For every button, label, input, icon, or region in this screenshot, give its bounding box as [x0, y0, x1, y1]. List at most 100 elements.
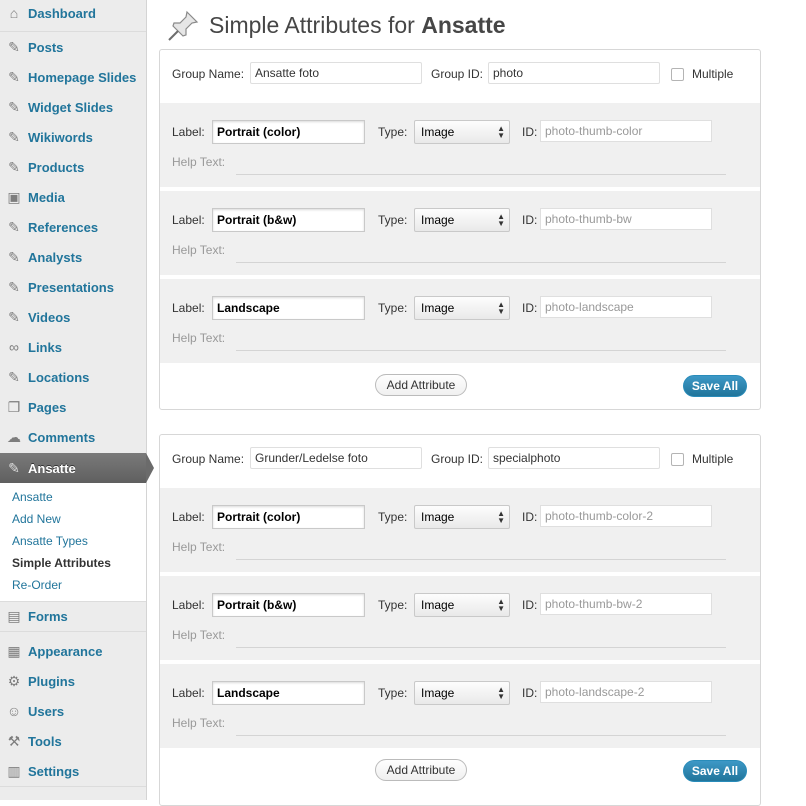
pushpin-icon: ✎ [8, 279, 20, 295]
sidebar-item-pages[interactable]: ❐ Pages [0, 392, 146, 422]
attribute-type-select[interactable]: Image ▲ ▼ [414, 296, 510, 320]
help-text-input[interactable] [236, 350, 726, 351]
page-title-post-type: Ansatte [421, 12, 506, 38]
attribute-row: Label: Portrait (color) Type: Image ▲ ▼ I… [160, 488, 760, 572]
sidebar-item-presentations[interactable]: ✎ Presentations [0, 272, 146, 302]
attribute-id-input[interactable]: photo-thumb-bw [540, 208, 712, 230]
group-name-label: Group Name: [172, 452, 245, 466]
sidebar-item-ansatte[interactable]: ✎ Ansatte [0, 453, 146, 483]
pushpin-icon: ✎ [8, 99, 20, 115]
sidebar-item-label: Posts [28, 39, 64, 55]
sidebar-item-appearance[interactable]: ▦ Appearance [0, 636, 146, 666]
sidebar-item-label: Settings [28, 763, 80, 779]
submenu-item-ansatte-types[interactable]: Ansatte Types [12, 534, 88, 548]
sidebar-item-media[interactable]: ▣ Media [0, 182, 146, 212]
sidebar-item-label: Media [28, 189, 65, 205]
attribute-type-select[interactable]: Image ▲ ▼ [414, 208, 510, 232]
multiple-label: Multiple [692, 452, 734, 466]
attribute-row: Label: Portrait (b&w) Type: Image ▲ ▼ ID:… [160, 576, 760, 660]
type-select-value: Image [421, 686, 455, 700]
attribute-row: Label: Landscape Type: Image ▲ ▼ ID: phot… [160, 279, 760, 363]
sidebar-item-references[interactable]: ✎ References [0, 212, 146, 242]
sidebar-item-tools[interactable]: ⚒ Tools [0, 726, 146, 756]
submenu-item-re-order[interactable]: Re-Order [12, 578, 62, 592]
sidebar-item-locations[interactable]: ✎ Locations [0, 362, 146, 392]
users-icon: ☺ [6, 703, 22, 719]
sidebar-item-forms[interactable]: ▤ Forms [0, 601, 146, 631]
attribute-label-input[interactable]: Portrait (color) [212, 505, 365, 529]
submenu-item-add-new[interactable]: Add New [12, 512, 61, 526]
sidebar-item-videos[interactable]: ✎ Videos [0, 302, 146, 332]
save-all-button[interactable]: Save All [683, 375, 747, 397]
sidebar-item-label: Forms [28, 608, 68, 624]
attribute-label-input[interactable]: Landscape [212, 681, 365, 705]
attribute-row: Label: Landscape Type: Image ▲ ▼ ID: phot… [160, 664, 760, 748]
help-text-input[interactable] [236, 262, 726, 263]
sidebar-item-analysts[interactable]: ✎ Analysts [0, 242, 146, 272]
group-id-input[interactable]: photo [488, 62, 660, 84]
sidebar-item-comments[interactable]: ☁ Comments [0, 422, 146, 452]
sidebar-item-plugins[interactable]: ⚙ Plugins [0, 666, 146, 696]
save-all-button[interactable]: Save All [683, 760, 747, 782]
attribute-id-input[interactable]: photo-thumb-color [540, 120, 712, 142]
attribute-type-select[interactable]: Image ▲ ▼ [414, 681, 510, 705]
sidebar-item-posts[interactable]: ✎ Posts [0, 32, 146, 62]
add-attribute-button[interactable]: Add Attribute [375, 759, 467, 781]
help-text-input[interactable] [236, 559, 726, 560]
attribute-type-select[interactable]: Image ▲ ▼ [414, 593, 510, 617]
attribute-row: Label: Portrait (b&w) Type: Image ▲ ▼ ID:… [160, 191, 760, 275]
select-arrows-icon: ▲ ▼ [497, 509, 505, 525]
multiple-checkbox[interactable] [671, 68, 684, 81]
id-label: ID: [522, 301, 538, 315]
attribute-id-input[interactable]: photo-thumb-bw-2 [540, 593, 712, 615]
attribute-id-input[interactable]: photo-landscape-2 [540, 681, 712, 703]
type-label: Type: [378, 301, 408, 315]
help-text-label: Help Text: [172, 155, 226, 169]
select-arrows-icon: ▲ ▼ [497, 597, 505, 613]
multiple-checkbox[interactable] [671, 453, 684, 466]
label-label: Label: [172, 213, 205, 227]
group-name-input[interactable]: Grunder/Ledelse foto [250, 447, 422, 469]
sidebar-item-users[interactable]: ☺ Users [0, 696, 146, 726]
multiple-label: Multiple [692, 67, 734, 81]
attribute-label-input[interactable]: Portrait (color) [212, 120, 365, 144]
group-id-input[interactable]: specialphoto [488, 447, 660, 469]
attribute-label-input[interactable]: Portrait (b&w) [212, 208, 365, 232]
admin-sidebar: ⌂ Dashboard ✎ Posts ✎ Homepage Slides ✎ … [0, 0, 147, 800]
attribute-id-input[interactable]: photo-thumb-color-2 [540, 505, 712, 527]
attribute-type-select[interactable]: Image ▲ ▼ [414, 120, 510, 144]
add-attribute-button[interactable]: Add Attribute [375, 374, 467, 396]
sidebar-item-dashboard[interactable]: ⌂ Dashboard [0, 0, 146, 28]
sidebar-item-homepage-slides[interactable]: ✎ Homepage Slides [0, 62, 146, 92]
sidebar-item-label: References [28, 219, 99, 235]
attribute-type-select[interactable]: Image ▲ ▼ [414, 505, 510, 529]
submenu-item-ansatte[interactable]: Ansatte [12, 490, 53, 504]
sidebar-item-wikiwords[interactable]: ✎ Wikiwords [0, 122, 146, 152]
submenu-item-simple-attributes[interactable]: Simple Attributes [12, 556, 111, 570]
help-text-input[interactable] [236, 647, 726, 648]
type-select-value: Image [421, 598, 455, 612]
type-label: Type: [378, 125, 408, 139]
sidebar-item-links[interactable]: ∞ Links [0, 332, 146, 362]
sidebar-item-settings[interactable]: ▥ Settings [0, 756, 146, 786]
sidebar-item-label: Locations [28, 369, 90, 385]
help-text-input[interactable] [236, 735, 726, 736]
group-name-label: Group Name: [172, 67, 245, 81]
sidebar-item-products[interactable]: ✎ Products [0, 152, 146, 182]
sidebar-item-label: Presentations [28, 279, 114, 295]
sidebar-item-widget-slides[interactable]: ✎ Widget Slides [0, 92, 146, 122]
id-label: ID: [522, 213, 538, 227]
type-select-value: Image [421, 510, 455, 524]
attribute-id-input[interactable]: photo-landscape [540, 296, 712, 318]
help-text-label: Help Text: [172, 716, 226, 730]
pushpin-icon: ✎ [8, 309, 20, 325]
attribute-label-input[interactable]: Landscape [212, 296, 365, 320]
attribute-label-input[interactable]: Portrait (b&w) [212, 593, 365, 617]
link-icon: ∞ [9, 339, 19, 355]
pushpin-icon [168, 10, 199, 41]
group-name-input[interactable]: Ansatte foto [250, 62, 422, 84]
sidebar-item-label: Dashboard [28, 5, 96, 21]
sidebar-item-label: Widget Slides [28, 99, 114, 115]
pushpin-icon: ✎ [8, 129, 20, 145]
help-text-input[interactable] [236, 174, 726, 175]
